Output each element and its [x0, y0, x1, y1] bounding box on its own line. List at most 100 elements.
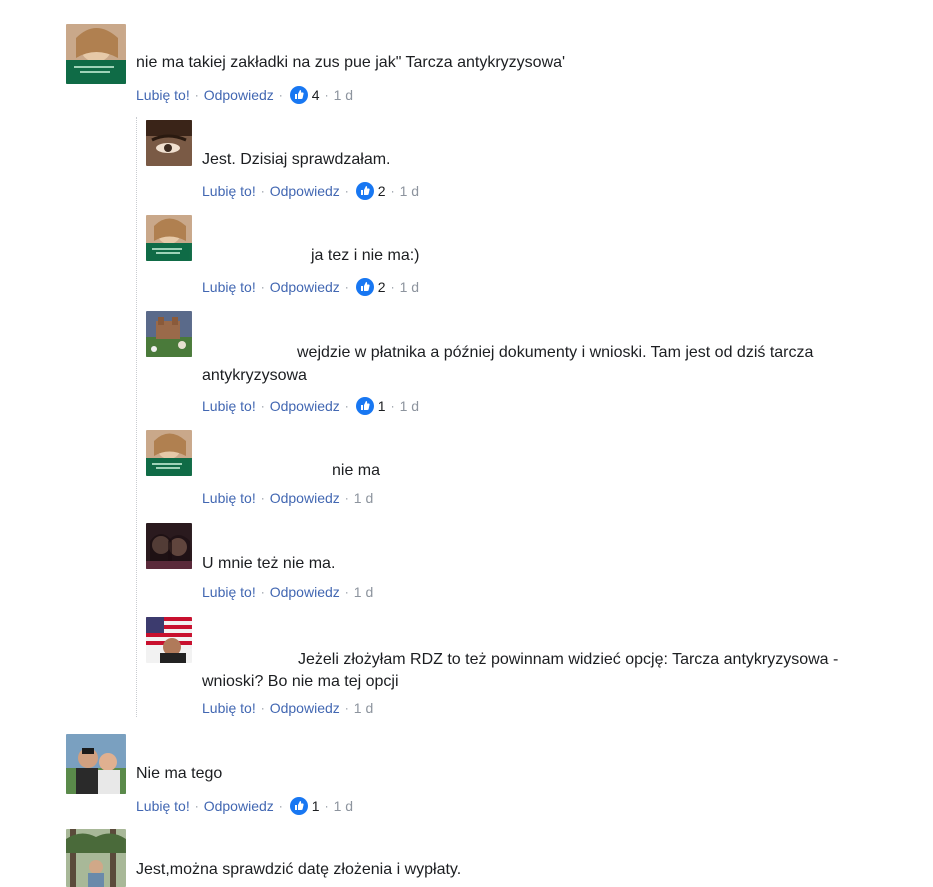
like-count-badge[interactable]: 1	[289, 797, 320, 815]
separator: ·	[344, 491, 349, 505]
reply-button[interactable]: Odpowiedz	[204, 798, 274, 814]
thumbs-up-icon	[289, 797, 308, 815]
separator: ·	[194, 799, 199, 813]
like-button[interactable]: Lubię to!	[202, 398, 256, 414]
separator: ·	[344, 701, 349, 715]
separator: ·	[278, 799, 283, 813]
comment-text: Jeżeli złożyłam RDZ to też powinnam widz…	[298, 651, 839, 668]
separator: ·	[260, 184, 265, 198]
separator: ·	[344, 399, 349, 413]
author-name[interactable]	[134, 828, 282, 850]
author-name[interactable]	[200, 309, 340, 331]
author-name[interactable]	[200, 428, 306, 450]
comment-text: Jest,można sprawdzić datę złożenia i wyp…	[136, 861, 462, 878]
separator: ·	[390, 280, 395, 294]
separator: ·	[390, 399, 395, 413]
comment-actions: Lubię to! · Odpowiedz · 2 · 1 d	[202, 182, 419, 200]
thumbs-up-icon	[355, 397, 374, 415]
avatar[interactable]	[66, 734, 126, 794]
mentioned-name[interactable]	[200, 648, 294, 670]
avatar[interactable]	[146, 617, 192, 663]
avatar[interactable]	[66, 24, 126, 84]
comment-actions: Lubię to! · Odpowiedz · 1 · 1 d	[136, 797, 353, 815]
comment-actions: Lubię to! · Odpowiedz · 1 d	[202, 490, 373, 506]
comment-text: U mnie też nie ma.	[202, 555, 336, 572]
like-count: 1	[311, 798, 320, 814]
like-count: 4	[311, 87, 320, 103]
author-name[interactable]	[200, 616, 330, 638]
like-button[interactable]: Lubię to!	[202, 183, 256, 199]
comment-actions: Lubię to! · Odpowiedz · 2 · 1 d	[202, 278, 419, 296]
reply-button[interactable]: Odpowiedz	[204, 87, 274, 103]
author-name[interactable]	[200, 118, 312, 140]
separator: ·	[344, 280, 349, 294]
like-button[interactable]: Lubię to!	[202, 700, 256, 716]
like-button[interactable]: Lubię to!	[202, 584, 256, 600]
timestamp[interactable]: 1 d	[400, 398, 419, 414]
mentioned-name[interactable]	[200, 341, 296, 363]
avatar[interactable]	[146, 523, 192, 569]
thumbs-up-icon	[289, 86, 308, 104]
timestamp[interactable]: 1 d	[334, 798, 353, 814]
separator: ·	[260, 399, 265, 413]
reply-button[interactable]: Odpowiedz	[270, 584, 340, 600]
timestamp[interactable]: 1 d	[354, 584, 373, 600]
mentioned-name[interactable]	[200, 459, 328, 481]
comment-text: nie ma	[332, 462, 381, 479]
like-count-badge[interactable]: 4	[289, 86, 320, 104]
separator: ·	[260, 585, 265, 599]
comment-actions: Lubię to! · Odpowiedz · 1 d	[202, 584, 373, 600]
avatar[interactable]	[66, 829, 126, 887]
timestamp[interactable]: 1 d	[400, 279, 419, 295]
comment-text: ja tez i nie ma:)	[311, 247, 420, 264]
like-button[interactable]: Lubię to!	[202, 279, 256, 295]
comment-text: Jest. Dzisiaj sprawdzałam.	[202, 151, 391, 168]
avatar[interactable]	[146, 430, 192, 476]
author-name[interactable]	[200, 214, 308, 236]
separator: ·	[390, 184, 395, 198]
avatar[interactable]	[146, 311, 192, 357]
thumbs-up-icon	[355, 182, 374, 200]
separator: ·	[324, 799, 329, 813]
reply-button[interactable]: Odpowiedz	[270, 279, 340, 295]
reply-button[interactable]: Odpowiedz	[270, 490, 340, 506]
separator: ·	[260, 491, 265, 505]
comment-actions: Lubię to! · Odpowiedz · 1 · 1 d	[202, 397, 419, 415]
thumbs-up-icon	[355, 278, 374, 296]
like-count: 1	[377, 398, 386, 414]
timestamp[interactable]: 1 d	[354, 490, 373, 506]
reply-button[interactable]: Odpowiedz	[270, 183, 340, 199]
like-count: 2	[377, 279, 386, 295]
separator: ·	[324, 88, 329, 102]
mentioned-name[interactable]	[200, 244, 308, 266]
avatar[interactable]	[146, 120, 192, 166]
author-name[interactable]	[134, 732, 300, 754]
timestamp[interactable]: 1 d	[334, 87, 353, 103]
comment-text: nie ma takiej zakładki na zus pue jak" T…	[136, 54, 566, 71]
reply-button[interactable]: Odpowiedz	[270, 700, 340, 716]
comment-actions: Lubię to! · Odpowiedz · 4 · 1 d	[136, 86, 353, 104]
comment-actions: Lubię to! · Odpowiedz · 1 d	[202, 700, 373, 716]
like-count-badge[interactable]: 2	[355, 278, 386, 296]
thread-line	[136, 117, 137, 717]
author-name[interactable]	[134, 22, 244, 44]
like-button[interactable]: Lubię to!	[136, 87, 190, 103]
timestamp[interactable]: 1 d	[400, 183, 419, 199]
separator: ·	[194, 88, 199, 102]
reply-button[interactable]: Odpowiedz	[270, 398, 340, 414]
separator: ·	[260, 701, 265, 715]
avatar[interactable]	[146, 215, 192, 261]
like-count-badge[interactable]: 1	[355, 397, 386, 415]
like-count-badge[interactable]: 2	[355, 182, 386, 200]
separator: ·	[344, 184, 349, 198]
separator: ·	[278, 88, 283, 102]
like-button[interactable]: Lubię to!	[136, 798, 190, 814]
separator: ·	[260, 280, 265, 294]
separator: ·	[344, 585, 349, 599]
comment-text: Nie ma tego	[136, 765, 223, 782]
like-button[interactable]: Lubię to!	[202, 490, 256, 506]
timestamp[interactable]: 1 d	[354, 700, 373, 716]
like-count: 2	[377, 183, 386, 199]
author-name[interactable]	[200, 522, 376, 544]
comment-text-continued: antykryzysowa	[202, 367, 307, 384]
